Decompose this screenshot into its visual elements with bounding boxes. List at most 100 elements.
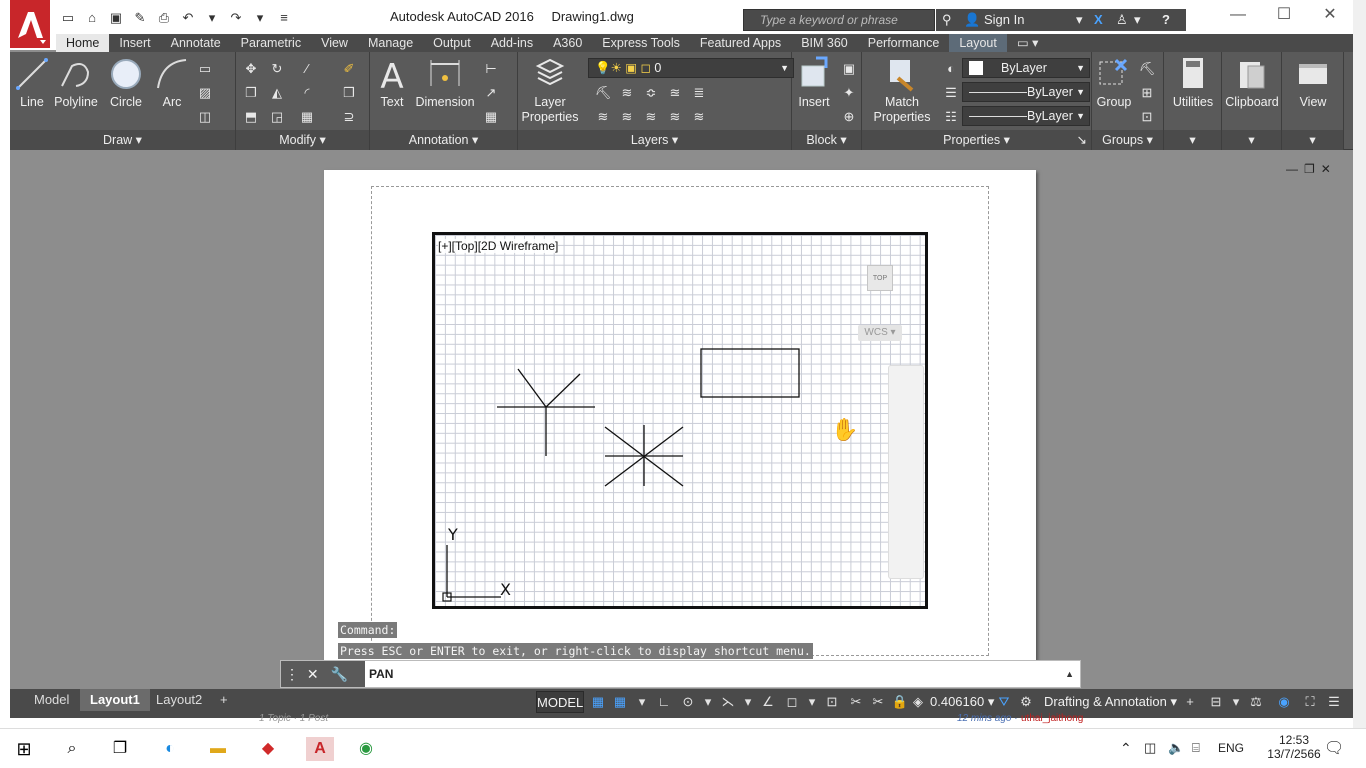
trim-icon[interactable]: ⁄ [298, 60, 316, 78]
tab-parametric[interactable]: Parametric [231, 34, 311, 52]
layer-lock-icon[interactable]: ≋ [618, 108, 636, 126]
navigation-bar[interactable] [888, 365, 924, 579]
save-icon[interactable]: ▣ [106, 8, 126, 28]
layout-viewport[interactable]: [+][Top][2D Wireframe] Y X ✋ TOP WCS ▾ [432, 232, 928, 609]
maximize-icon[interactable]: ☐ [1261, 0, 1307, 32]
chrome-icon[interactable]: ◉ [354, 737, 378, 761]
tab-model[interactable]: Model [24, 689, 79, 711]
utilities-button[interactable]: Utilities [1166, 56, 1220, 109]
tray-expand-icon[interactable]: ⌃ [1120, 740, 1132, 757]
open-icon[interactable]: ⌂ [82, 8, 102, 28]
viewport-scale[interactable]: 0.406160 ▾ [930, 691, 994, 713]
panel-title-draw[interactable]: Draw ▾ [10, 130, 235, 150]
plot-icon[interactable]: ⎙ [154, 8, 174, 28]
redo-dropdown-icon[interactable]: ▾ [250, 8, 270, 28]
units-dropdown-icon[interactable]: ▾ [1226, 691, 1246, 713]
lineweight-dropdown[interactable]: ByLayer ▼ [962, 82, 1090, 102]
erase-icon[interactable]: ✐ [340, 60, 358, 78]
color-dropdown[interactable]: ByLayer ▼ [962, 58, 1090, 78]
panel-title-block[interactable]: Block ▾ [792, 130, 861, 150]
tab-performance[interactable]: Performance [858, 34, 950, 52]
layer-merge-icon[interactable]: ≋ [666, 108, 684, 126]
wcs-menu[interactable]: WCS ▾ [858, 325, 902, 341]
save-as-icon[interactable]: ✎ [130, 8, 150, 28]
edit-block-icon[interactable]: ✦ [840, 84, 858, 102]
linear-dimension-icon[interactable]: ⊢ [482, 60, 500, 78]
panel-title-modify[interactable]: Modify ▾ [236, 130, 369, 150]
notification-icon[interactable]: 🗨 [1324, 738, 1344, 758]
panel-title-annotation[interactable]: Annotation ▾ [370, 130, 517, 150]
command-input[interactable]: PAN [369, 661, 393, 687]
start-icon[interactable]: ⊞ [12, 737, 36, 761]
layer-match-icon[interactable]: ⛏ [594, 84, 612, 102]
move-icon[interactable]: ✥ [242, 60, 260, 78]
redo-icon[interactable]: ↷ [226, 8, 246, 28]
application-menu-button[interactable] [10, 0, 50, 48]
ungroup-icon[interactable]: ⛏ [1138, 60, 1156, 78]
workspace-gear-icon[interactable]: ⚙ [1016, 691, 1036, 713]
edge-icon[interactable]: ◐ [158, 737, 182, 761]
tab-home[interactable]: Home [56, 34, 110, 52]
block-attributes-icon[interactable]: ⊕ [840, 108, 858, 126]
create-block-icon[interactable]: ▣ [840, 60, 858, 78]
undo-dropdown-icon[interactable]: ▾ [202, 8, 222, 28]
text-button[interactable]: A Text [374, 56, 410, 109]
annotation-monitor-icon[interactable]: + [1180, 691, 1200, 713]
object-snap-tracking-icon[interactable]: ∠ [758, 691, 778, 713]
infocenter-dropdown-icon[interactable]: ▾ [1134, 9, 1141, 31]
drawing-restore-icon[interactable]: ❐ [1304, 162, 1321, 176]
workspace-switch[interactable]: Drafting & Annotation ▾ [1044, 691, 1177, 713]
color-wheel-icon[interactable]: ◐ [942, 60, 960, 78]
layer-dropdown[interactable]: 💡☀ ▣ ◻ 0 ▼ [588, 58, 794, 78]
polar-icon[interactable]: ⊙ [678, 691, 698, 713]
tab-annotate[interactable]: Annotate [161, 34, 231, 52]
lock-ui-icon[interactable]: 🔒 [890, 691, 910, 713]
snap-dropdown-icon[interactable]: ▾ [632, 691, 652, 713]
command-customize-icon[interactable]: 🔧 [331, 666, 348, 682]
leader-icon[interactable]: ↗ [482, 84, 500, 102]
lineweight-display-icon[interactable]: ⊡ [822, 691, 842, 713]
binoculars-icon[interactable]: ⚲ [942, 9, 952, 31]
autocad-taskbar-icon[interactable]: A [306, 737, 334, 761]
minimize-icon[interactable]: — [1215, 0, 1261, 32]
exchange-apps-icon[interactable]: X [1094, 9, 1103, 31]
clipboard-dropdown-icon[interactable]: ▾ [1222, 130, 1281, 150]
drawing-geometry[interactable]: Y X ✋ [435, 235, 925, 606]
tab-layout2[interactable]: Layout2 [146, 689, 212, 711]
layer-unisolate-icon[interactable]: ≊ [666, 84, 684, 102]
dimension-button[interactable]: Dimension [414, 56, 476, 109]
tab-layout[interactable]: Layout [949, 34, 1007, 52]
drawing-close-icon[interactable]: ✕ [1321, 162, 1337, 176]
rectangle-icon[interactable]: ▭ [196, 60, 214, 78]
layer-freeze-icon[interactable]: ≣ [690, 84, 708, 102]
viewcube[interactable]: TOP [867, 265, 893, 291]
arc-button[interactable]: Arc [152, 56, 192, 109]
layer-off-icon[interactable]: ≋ [594, 108, 612, 126]
clipboard-button[interactable]: Clipboard [1224, 56, 1280, 109]
sign-in-dropdown-icon[interactable]: ▾ [1076, 9, 1083, 31]
array-icon[interactable]: ▦ [298, 108, 316, 126]
tab-manage[interactable]: Manage [358, 34, 423, 52]
linetype-icon[interactable]: ☷ [942, 108, 960, 126]
object-snap-icon[interactable]: ◻ [782, 691, 802, 713]
utilities-dropdown-icon[interactable]: ▾ [1164, 130, 1221, 150]
tab-bim-360[interactable]: BIM 360 [791, 34, 858, 52]
user-icon[interactable]: 👤 [964, 9, 980, 31]
scale-icon[interactable]: ◲ [268, 108, 286, 126]
view-button[interactable]: View [1284, 56, 1342, 109]
boundary-icon[interactable]: ◫ [196, 108, 214, 126]
stretch-icon[interactable]: ⬒ [242, 108, 260, 126]
snap-icon[interactable]: ▦ [610, 691, 630, 713]
copy-icon[interactable]: ❐ [242, 84, 260, 102]
sign-in-button[interactable]: Sign In [984, 9, 1024, 31]
annotation-scale-icon[interactable]: ◈ [908, 691, 928, 713]
tab-view[interactable]: View [311, 34, 358, 52]
model-space-button[interactable]: MODEL [536, 691, 584, 713]
file-explorer-icon[interactable]: ▬ [206, 737, 230, 761]
panel-title-properties[interactable]: Properties ▾ ↘ [862, 130, 1091, 150]
command-line[interactable]: ⋮ ✕ 🔧 ☝ PAN ▲ [280, 660, 1081, 708]
clean-screen-icon[interactable]: ⛶ [1300, 691, 1320, 713]
network-icon[interactable]: ⌸ [1192, 740, 1200, 756]
group-selection-icon[interactable]: ⊡ [1138, 108, 1156, 126]
isodraft-dropdown-icon[interactable]: ▾ [738, 691, 758, 713]
